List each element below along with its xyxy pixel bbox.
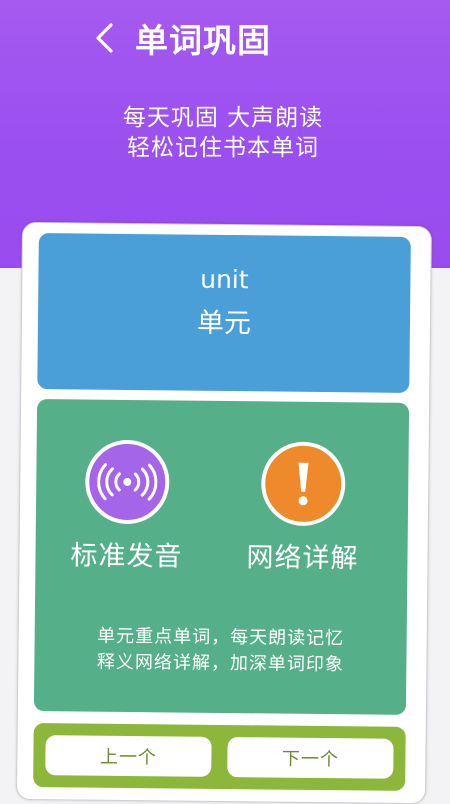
exclamation-icon bbox=[298, 462, 309, 506]
word-chinese: 单元 bbox=[196, 307, 252, 340]
subtitle-line-1: 每天巩固 大声朗读 bbox=[122, 105, 324, 131]
word-card: unit 单元 标准发音 网络详解 单元重点单词，每天朗读记忆 释义网络详解，加… bbox=[15, 221, 432, 804]
back-button[interactable] bbox=[84, 18, 124, 58]
word-english: unit bbox=[200, 264, 249, 295]
previous-button[interactable]: 上一个 bbox=[45, 735, 212, 777]
pronunciation-label: 标准发音 bbox=[70, 540, 183, 573]
page-title: 单词巩固 bbox=[135, 21, 271, 60]
pronunciation-button[interactable]: 标准发音 bbox=[41, 439, 212, 574]
description-line-1: 单元重点单词，每天朗读记忆 bbox=[97, 625, 345, 650]
description-line-2: 释义网络详解，加深单词印象 bbox=[96, 651, 345, 676]
details-label: 网络详解 bbox=[246, 542, 359, 575]
sound-wave-icon bbox=[97, 463, 158, 501]
chevron-left-icon bbox=[96, 23, 113, 53]
next-button[interactable]: 下一个 bbox=[227, 737, 394, 779]
word-panel: unit 单元 bbox=[37, 233, 411, 393]
details-circle bbox=[260, 441, 346, 527]
pronunciation-circle bbox=[84, 439, 170, 525]
info-panel: 标准发音 网络详解 单元重点单词，每天朗读记忆 释义网络详解，加深单词印象 bbox=[33, 399, 410, 715]
navigation-bar: 上一个 下一个 bbox=[33, 723, 406, 791]
subtitle-line-2: 轻松记住书本单词 bbox=[127, 135, 319, 161]
details-button[interactable]: 网络详解 bbox=[217, 441, 388, 576]
